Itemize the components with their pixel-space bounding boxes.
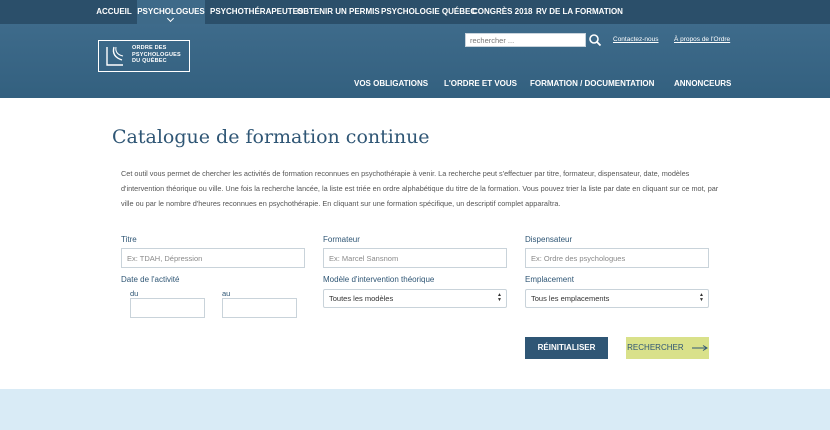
topnav-item-congres[interactable]: CONGRÈS 2018 (472, 0, 532, 24)
date-to-input[interactable] (222, 298, 297, 318)
search-button[interactable]: RECHERCHER (626, 337, 709, 359)
dispensateur-label: Dispensateur (525, 235, 573, 244)
dispensateur-input[interactable] (525, 248, 709, 268)
select-arrows-icon: ▲ ▼ (699, 292, 704, 303)
site-search-input[interactable] (465, 33, 586, 47)
emplacement-label: Emplacement (525, 275, 574, 284)
emplacement-selected-value: Tous les emplacements (531, 294, 610, 303)
emplacement-select[interactable]: Tous les emplacements ▲ ▼ (525, 289, 709, 308)
formateur-input[interactable] (323, 248, 507, 268)
modele-select[interactable]: Toutes les modèles ▲ ▼ (323, 289, 507, 308)
chevron-down-icon (166, 14, 175, 23)
reset-button[interactable]: RÉINITIALISER (525, 337, 608, 359)
about-link[interactable]: À propos de l'Ordre (674, 36, 730, 43)
date-from-input[interactable] (130, 298, 205, 318)
formateur-label: Formateur (323, 235, 360, 244)
topnav-item-accueil[interactable]: ACCUEIL (94, 0, 134, 24)
topnav-item-psychologues[interactable]: PSYCHOLOGUES (137, 0, 205, 24)
date-to-label: au (222, 289, 231, 298)
topnav-item-rv-formation[interactable]: RV DE LA FORMATION (536, 0, 623, 24)
arrow-right-icon (691, 344, 708, 351)
topnav-item-psychologie-quebec[interactable]: PSYCHOLOGIE QUÉBEC (381, 0, 476, 24)
date-from-label: du (130, 289, 139, 298)
page-title: Catalogue de formation continue (112, 126, 430, 148)
select-arrows-icon: ▲ ▼ (497, 292, 502, 303)
mainnav-item-formation[interactable]: FORMATION / DOCUMENTATION (530, 79, 654, 88)
top-navigation: ACCUEIL PSYCHOLOGUES PSYCHOTHÉRAPEUTES O… (0, 0, 830, 24)
search-button-label: RECHERCHER (627, 343, 684, 352)
topnav-item-obtenir-permis[interactable]: OBTENIR UN PERMIS (297, 0, 380, 24)
titre-input[interactable] (121, 248, 305, 268)
site-logo[interactable]: ORDRE DES PSYCHOLOGUES DU QUÉBEC (98, 40, 190, 72)
mainnav-item-obligations[interactable]: VOS OBLIGATIONS (354, 79, 428, 88)
logo-mark-icon (106, 46, 124, 66)
titre-label: Titre (121, 235, 137, 244)
modele-selected-value: Toutes les modèles (329, 294, 394, 303)
topnav-item-psychotherapeutes[interactable]: PSYCHOTHÉRAPEUTES (210, 0, 303, 24)
logo-text: ORDRE DES PSYCHOLOGUES DU QUÉBEC (132, 45, 181, 64)
modele-label: Modèle d'intervention théorique (323, 275, 435, 284)
mainnav-item-ordre-et-vous[interactable]: L'ORDRE ET VOUS (444, 79, 517, 88)
contact-link[interactable]: Contactez-nous (613, 36, 659, 43)
search-icon[interactable] (588, 33, 602, 47)
footer-band (0, 389, 830, 430)
date-label: Date de l'activité (121, 275, 180, 284)
mainnav-item-annonceurs[interactable]: ANNONCEURS (674, 79, 731, 88)
intro-text: Cet outil vous permet de chercher les ac… (121, 169, 719, 209)
site-header: ORDRE DES PSYCHOLOGUES DU QUÉBEC Contact… (0, 24, 830, 98)
